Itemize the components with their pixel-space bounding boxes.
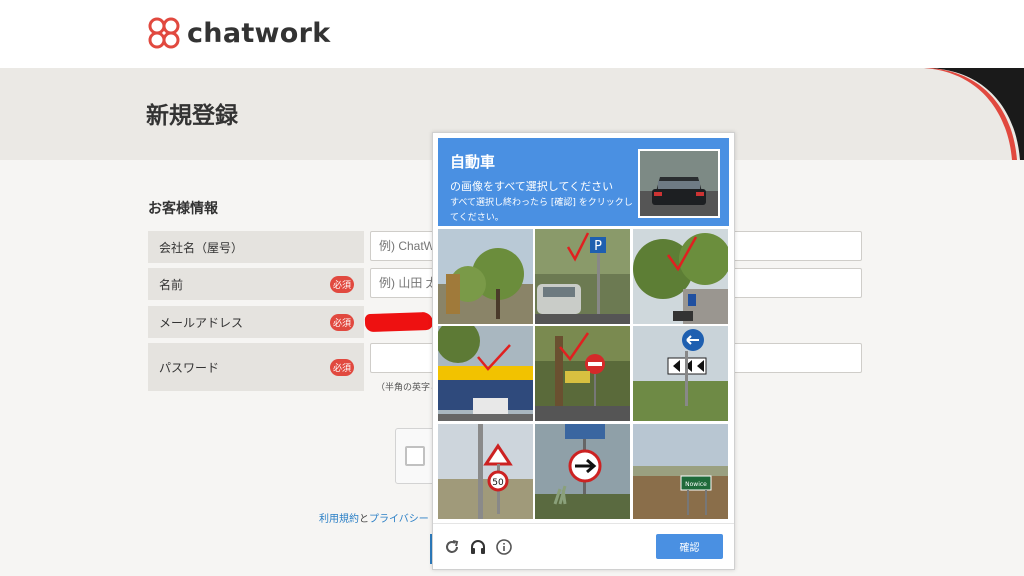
required-badge: 必須 [330, 358, 354, 376]
chatwork-logo[interactable]: chatwork [147, 14, 331, 52]
terms-text: 利用規約とプライバシー [319, 510, 429, 525]
required-badge: 必須 [330, 275, 354, 293]
site-header: chatwork [0, 0, 1024, 68]
field-label-text: パスワード [159, 360, 220, 375]
recaptcha-checkbox[interactable] [405, 446, 425, 466]
chatwork-logo-icon [148, 17, 180, 49]
captcha-challenge: 自動車 の画像をすべて選択してください すべて選択し終わったら [確認] をクリ… [432, 132, 735, 570]
terms-connector: と [359, 514, 369, 525]
captcha-footer: 確認 [433, 523, 734, 570]
captcha-header: 自動車 の画像をすべて選択してください すべて選択し終わったら [確認] をクリ… [438, 138, 729, 226]
brand-name: chatwork [187, 17, 331, 49]
captcha-tile[interactable] [438, 326, 533, 421]
captcha-tile[interactable]: P [535, 229, 630, 324]
captcha-tile[interactable] [535, 326, 630, 421]
privacy-link[interactable]: プライバシー [369, 514, 429, 525]
field-label-email: メールアドレス 必須 [148, 306, 364, 338]
captcha-instruction: の画像をすべて選択してください [450, 180, 614, 193]
verify-button[interactable]: 確認 [656, 534, 723, 559]
password-hint: （半角の英字と [376, 383, 440, 393]
captcha-tile[interactable]: 50 [438, 424, 533, 519]
captcha-example-image [638, 149, 720, 218]
field-label-name: 名前 必須 [148, 268, 364, 300]
required-badge: 必須 [330, 313, 354, 331]
corner-decoration [924, 68, 1024, 160]
captcha-tile[interactable] [633, 229, 728, 324]
captcha-grid: P 50 Nowice [438, 229, 730, 521]
captcha-tile[interactable]: Nowice [633, 424, 728, 519]
svg-text:P: P [594, 239, 602, 254]
info-icon[interactable] [495, 538, 513, 556]
captcha-subinstruction: すべて選択し終わったら [確認] をクリックしてください。 [450, 198, 633, 223]
captcha-tile[interactable] [438, 229, 533, 324]
page-title: 新規登録 [146, 103, 238, 129]
captcha-target: 自動車 [450, 153, 496, 171]
field-label-company: 会社名（屋号） [148, 231, 364, 263]
speed-limit-text: 50 [492, 478, 504, 488]
audio-icon[interactable] [469, 538, 487, 556]
field-label-text: 会社名（屋号） [159, 240, 244, 255]
field-label-text: 名前 [159, 277, 184, 292]
redaction-mark [364, 311, 434, 333]
section-title: お客様情報 [148, 201, 218, 217]
town-sign-text: Nowice [685, 481, 707, 488]
captcha-tile[interactable] [535, 424, 630, 519]
captcha-tile[interactable] [633, 326, 728, 421]
terms-link[interactable]: 利用規約 [319, 514, 359, 525]
reload-icon[interactable] [443, 538, 461, 556]
field-label-text: メールアドレス [159, 315, 244, 330]
field-label-password: パスワード 必須 [148, 343, 364, 391]
